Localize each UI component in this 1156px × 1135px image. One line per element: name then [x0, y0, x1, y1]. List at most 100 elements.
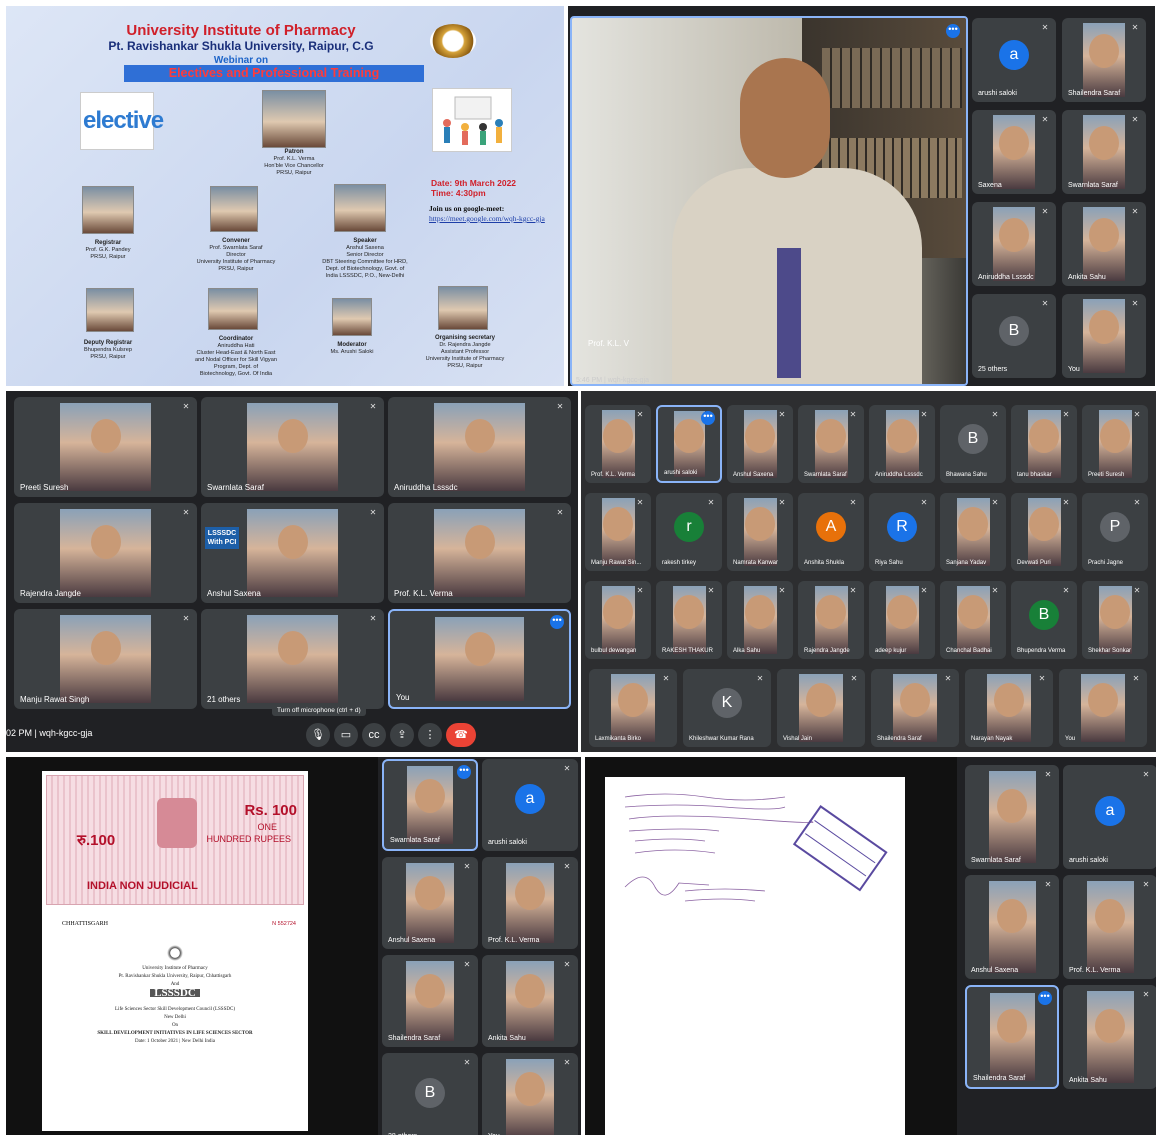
participant-tile[interactable]: ✕ tanu bhaskar	[1011, 405, 1077, 483]
avatar: R	[887, 512, 917, 543]
participant-tile[interactable]: ✕ bulbul dewangan	[585, 581, 651, 659]
meet-link[interactable]: https://meet.google.com/wqh-kgcc-gja	[429, 214, 545, 224]
camera-icon[interactable]: ▭	[334, 723, 358, 747]
main-video-tile[interactable]: ••• Prof. K.L. V	[570, 16, 968, 386]
participant-tile[interactable]: ✕You	[1059, 669, 1147, 747]
deputy-name: Bhupendra Kulsrep	[84, 347, 132, 353]
participant-tile[interactable]: ✕ Chanchal Badhai	[940, 581, 1006, 659]
present-icon[interactable]: ⇪	[390, 723, 414, 747]
mic-muted-icon: ✕	[991, 410, 999, 419]
participant-tile[interactable]: K ✕ Khileshwar Kumar Rana	[683, 669, 771, 747]
poster-university: Pt. Ravishankar Shukla University, Raipu…	[108, 39, 374, 53]
microphone-icon[interactable]: 🎙	[306, 723, 330, 747]
more-options-icon[interactable]: •••	[946, 24, 960, 38]
participant-tile[interactable]: B ✕ Bhawana Sahu	[940, 405, 1006, 483]
participant-tile[interactable]: ✕ Vishal Jain	[777, 669, 865, 747]
end-call-icon[interactable]: ☎	[446, 723, 476, 747]
participant-tile[interactable]: a ✕ arushi saloki	[972, 18, 1056, 102]
meet-speaker-view: ••• Prof. K.L. V 5:46 PM | wqh-kgcc-gja …	[568, 6, 1155, 386]
participant-name: Swarnlata Saraf	[804, 472, 847, 478]
participant-tile[interactable]: ✕ Namrata Kanwar	[727, 493, 793, 571]
participant-tile[interactable]: ✕ Laxmikanta Birko	[589, 669, 677, 747]
participant-tile[interactable]: ✕ Ankita Sahu	[482, 955, 578, 1047]
participant-tile[interactable]: ✕ Ankita Sahu	[1062, 202, 1146, 286]
participant-tile[interactable]: ✕ Swarnlata Saraf	[201, 397, 384, 497]
participant-name: Preeti Suresh	[1088, 472, 1125, 478]
participant-tile[interactable]: ✕ Swarnlata Saraf	[1062, 110, 1146, 194]
participant-tile[interactable]: r ✕ rakesh tirkey	[656, 493, 722, 571]
participant-face	[887, 594, 917, 629]
participant-tile[interactable]: R ✕ Riya Sahu	[869, 493, 935, 571]
participant-tile[interactable]: ✕ Saxena	[972, 110, 1056, 194]
participant-tile[interactable]: ✕ Prof. K.L. Verma	[585, 405, 651, 483]
participant-face	[999, 218, 1029, 253]
participant-tile[interactable]: ✕•••Shailendra Saraf	[965, 985, 1059, 1089]
participant-tile[interactable]: ✕ adeep kujur	[869, 581, 935, 659]
more-options-icon[interactable]: •••	[457, 765, 471, 779]
participant-tile[interactable]: ✕ Ankita Sahu	[1063, 985, 1156, 1089]
participant-tile[interactable]: ✕ Shailendra Saraf	[382, 955, 478, 1047]
more-options-icon[interactable]: ⋮	[418, 723, 442, 747]
participant-tile[interactable]: ✕ Prof. K.L. Verma	[482, 857, 578, 949]
participant-tile[interactable]: P ✕ Prachi Jagne	[1082, 493, 1148, 571]
moderator-photo	[332, 298, 372, 336]
participant-tile[interactable]: B ✕ Bhupendra Verma	[1011, 581, 1077, 659]
mic-muted-icon: ✕	[1142, 880, 1150, 889]
more-options-icon[interactable]: •••	[550, 615, 564, 629]
participant-tile[interactable]: a ✕ arushi saloki	[1063, 765, 1156, 869]
participant-tile[interactable]: ✕ Preeti Suresh	[1082, 405, 1148, 483]
participant-tile[interactable]: ✕ Aniruddha Lsssdc	[869, 405, 935, 483]
participant-tile[interactable]: ✕ Shailendra Saraf	[871, 669, 959, 747]
poster-title: University Institute of Pharmacy	[126, 22, 356, 39]
participant-tile[interactable]: ✕ RAKESH THAKUR	[656, 581, 722, 659]
participant-tile[interactable]: ✕ Swarnlata Saraf	[798, 405, 864, 483]
participant-tile[interactable]: ✕ Narayan Nayak	[965, 669, 1053, 747]
participant-tile[interactable]: ✕ Shailendra Saraf	[1062, 18, 1146, 102]
participant-tile[interactable]: ✕ Rajendra Jangde	[14, 503, 197, 603]
more-options-icon[interactable]: •••	[1038, 991, 1052, 1005]
participant-tile[interactable]: B ✕ 25 others	[972, 294, 1056, 378]
participant-tile[interactable]: ✕You	[1062, 294, 1146, 378]
participant-video	[1098, 409, 1132, 479]
participant-tile[interactable]: ✕ Manju Rawat Singh	[14, 609, 197, 709]
mic-muted-icon: ✕	[1132, 674, 1140, 683]
organising-role: Organising secretary	[434, 335, 496, 341]
participant-tile[interactable]: ✕ Rajendra Jangde	[798, 581, 864, 659]
participant-tile[interactable]: LSSSDC With PCI ✕ Anshul Saxena	[201, 503, 384, 603]
participant-tile[interactable]: ✕ Shekhar Sonkar	[1082, 581, 1148, 659]
participant-tile[interactable]: ✕ Devwati Puri	[1011, 493, 1077, 571]
participant-tile[interactable]: ✕ Preeti Suresh	[14, 397, 197, 497]
participant-tile[interactable]: ✕ Aniruddha Lsssdc	[972, 202, 1056, 286]
participant-video	[433, 403, 526, 491]
participant-tile[interactable]: ✕ Prof. K.L. Verma	[1063, 875, 1156, 979]
participant-tile[interactable]: a ✕ arushi saloki	[482, 759, 578, 851]
participant-tile[interactable]: ✕ 21 others	[201, 609, 384, 709]
participant-video	[601, 409, 635, 479]
join-label: Join us on google-meet:	[429, 204, 505, 213]
participant-tile[interactable]: A ✕ Anshita Shukla	[798, 493, 864, 571]
participant-tile[interactable]: ✕ Sanjana Yadav	[940, 493, 1006, 571]
avatar: B	[415, 1078, 445, 1109]
participant-tile[interactable]: ✕ Anshul Saxena	[382, 857, 478, 949]
more-options-icon[interactable]: •••	[701, 411, 715, 425]
participant-tile[interactable]: ✕ Manju Rawat Sin...	[585, 493, 651, 571]
participant-face	[515, 1072, 545, 1107]
patron-caption: Patron Prof. K.L. Verma Hon'ble Vice Cha…	[242, 149, 346, 177]
moderator-caption: Moderator Ms. Arushi Saloki	[312, 342, 392, 356]
avatar: P	[1100, 512, 1130, 543]
participant-tile[interactable]: ✕•••You	[388, 609, 571, 709]
participant-tile[interactable]: ✕You	[482, 1053, 578, 1135]
document-page: Rs. 100 ONE HUNDRED RUPEES रु.100 INDIA …	[42, 771, 308, 1131]
participant-name: Devwati Puri	[1017, 560, 1051, 566]
participant-tile[interactable]: ✕ Alka Sahu	[727, 581, 793, 659]
participant-tile[interactable]: ✕•••arushi saloki	[656, 405, 722, 483]
captions-icon[interactable]: cc	[362, 723, 386, 747]
participant-tile[interactable]: ✕•••Swarnlata Saraf	[382, 759, 478, 851]
participant-tile[interactable]: ✕ Anshul Saxena	[727, 405, 793, 483]
participant-tile[interactable]: ✕ Swarnlata Saraf	[965, 765, 1059, 869]
participant-tile[interactable]: ✕ Aniruddha Lsssdc	[388, 397, 571, 497]
participant-tile[interactable]: ✕ Anshul Saxena	[965, 875, 1059, 979]
participant-tile[interactable]: B✕28 others	[382, 1053, 478, 1135]
stamp-paper: Rs. 100 ONE HUNDRED RUPEES रु.100 INDIA …	[46, 775, 304, 905]
participant-tile[interactable]: ✕ Prof. K.L. Verma	[388, 503, 571, 603]
